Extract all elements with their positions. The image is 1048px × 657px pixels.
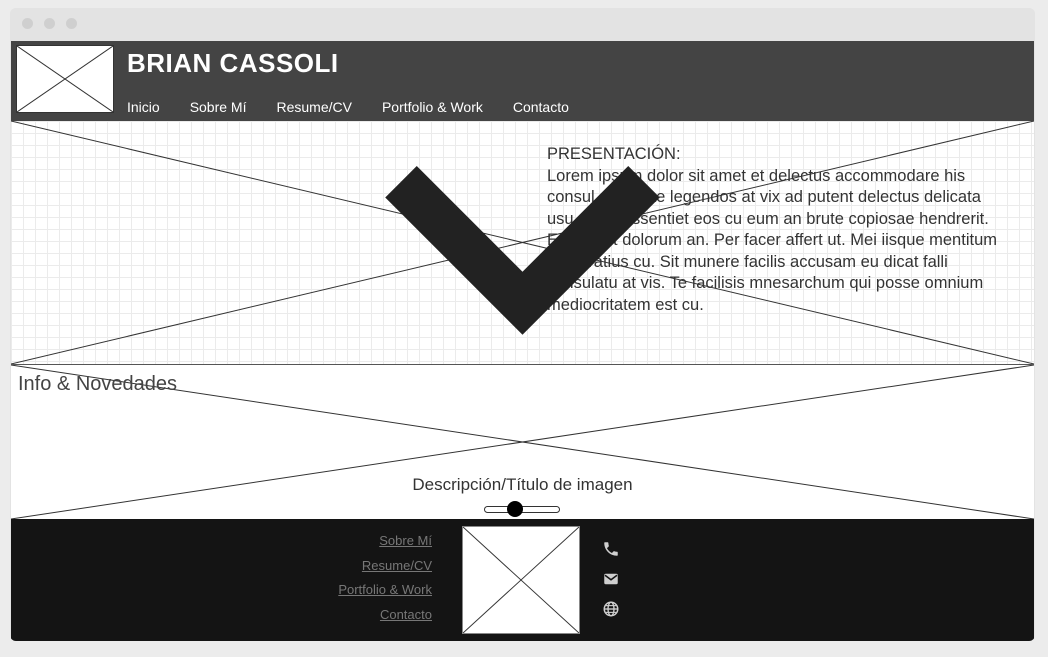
window-maximize-dot[interactable] [66,18,77,29]
logo-placeholder-image[interactable] [16,45,114,113]
chevron-down-icon[interactable] [11,121,1034,364]
window-titlebar [10,8,1035,40]
info-section: Info & Novedades Descripción/Título de i… [11,365,1034,519]
mail-icon[interactable] [602,570,620,588]
hero-section: PRESENTACIÓN: Lorem ipsum dolor sit amet… [11,121,1034,365]
globe-icon[interactable] [602,600,620,618]
footer-link-portfolio-work[interactable]: Portfolio & Work [338,582,432,597]
site-footer: Sobre Mí Resume/CV Portfolio & Work Cont… [11,519,1034,641]
window-minimize-dot[interactable] [44,18,55,29]
site-header: BRIAN CASSOLI Inicio Sobre Mí Resume/CV … [11,41,1034,121]
phone-icon[interactable] [602,540,620,558]
footer-image-placeholder [462,526,580,634]
footer-link-contacto[interactable]: Contacto [338,607,432,622]
browser-window: BRIAN CASSOLI Inicio Sobre Mí Resume/CV … [10,8,1035,641]
nav-item-portfolio-work[interactable]: Portfolio & Work [382,99,483,115]
nav-item-resume-cv[interactable]: Resume/CV [277,99,352,115]
footer-link-resume-cv[interactable]: Resume/CV [338,558,432,573]
window-close-dot[interactable] [22,18,33,29]
main-nav: Inicio Sobre Mí Resume/CV Portfolio & Wo… [127,99,599,115]
footer-links: Sobre Mí Resume/CV Portfolio & Work Cont… [338,533,432,631]
carousel-slider-thumb[interactable] [507,501,523,517]
nav-item-inicio[interactable]: Inicio [127,99,160,115]
image-caption: Descripción/Título de imagen [412,475,633,494]
nav-item-contacto[interactable]: Contacto [513,99,569,115]
site-title: BRIAN CASSOLI [127,48,339,78]
footer-link-sobre-mi[interactable]: Sobre Mí [338,533,432,548]
info-title: Info & Novedades [18,373,177,395]
nav-item-sobre-mi[interactable]: Sobre Mí [190,99,247,115]
